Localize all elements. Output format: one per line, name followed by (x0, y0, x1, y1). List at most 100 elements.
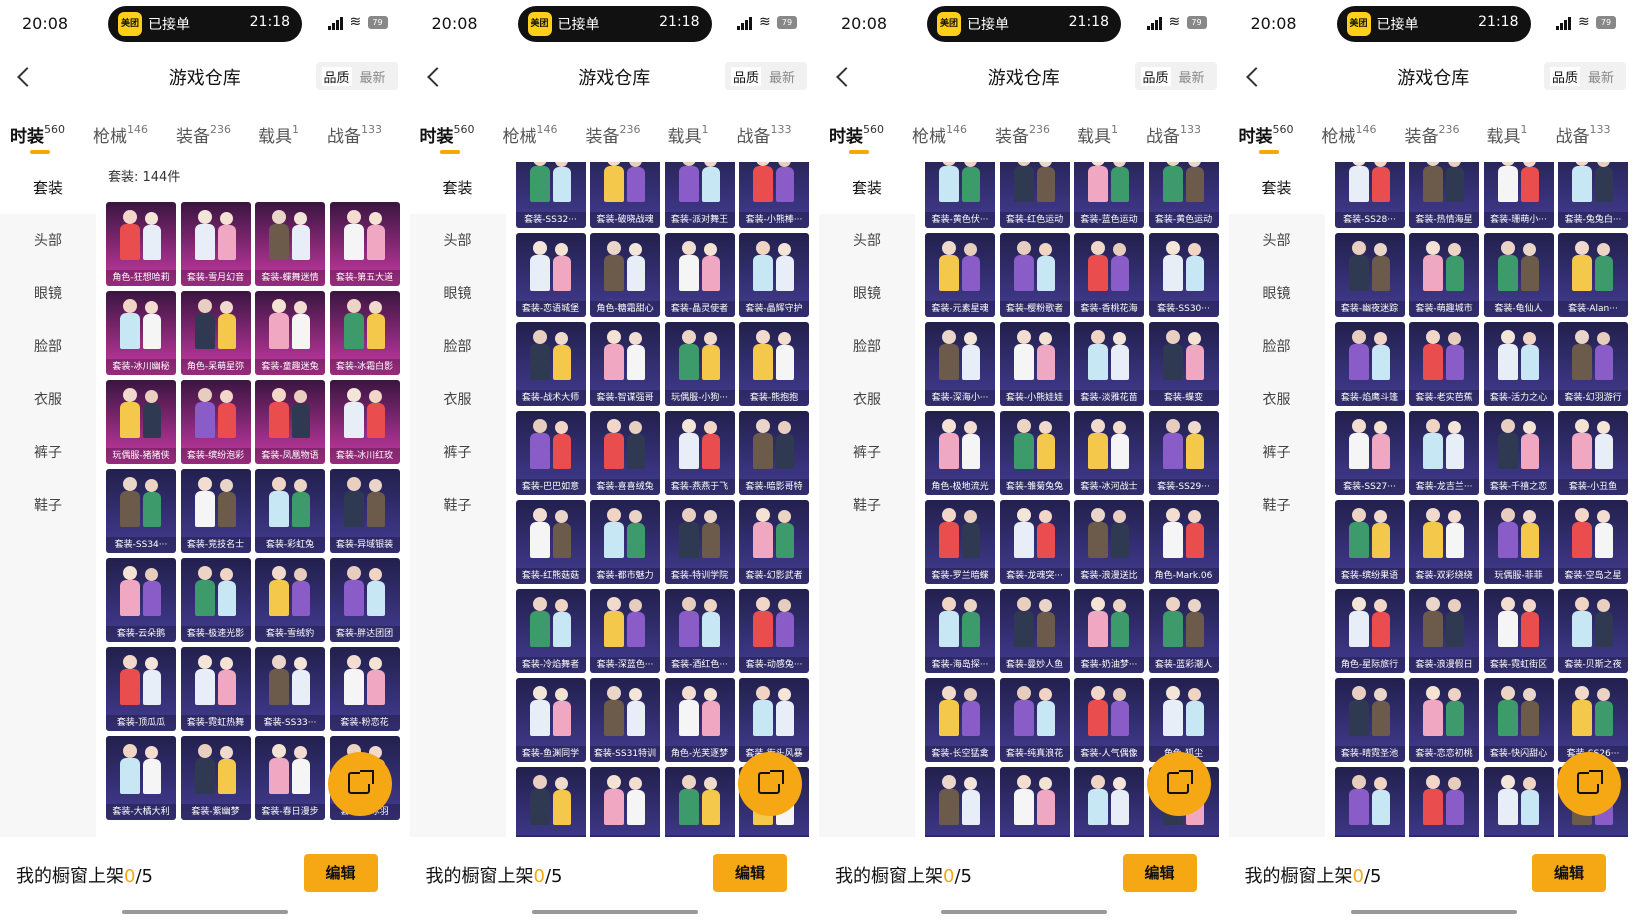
outfit-card[interactable]: 套装-千禧之恋 (1483, 411, 1554, 495)
sidebar-item-4[interactable]: 衣服 (819, 374, 915, 426)
outfit-card[interactable]: 套装-雪绒豹 (255, 558, 325, 642)
outfit-card[interactable]: 套装-凤凰物语 (255, 380, 325, 464)
outfit-card[interactable]: 套装-珊萌小··· (1483, 162, 1554, 228)
sort-quality-button[interactable]: 品质 (1140, 67, 1171, 86)
tab-2[interactable]: 装备236 (176, 122, 231, 147)
outfit-card[interactable]: 套装-元素星魂 (925, 233, 995, 317)
outfit-card[interactable]: 套装-热情海星 (1409, 162, 1479, 228)
outfit-card[interactable]: 套装-罗兰暗蝶 (925, 500, 995, 584)
outfit-card[interactable]: 套装-糖糖葫芦 (590, 767, 660, 837)
outfit-card[interactable]: 套装-酒红色··· (664, 589, 735, 673)
outfit-card[interactable]: 套装-冰霜白影 (329, 291, 400, 375)
outfit-card[interactable]: 套装-完美偶像 (999, 767, 1070, 837)
outfit-card[interactable]: 套装-晨曦海雾 (1334, 767, 1405, 837)
tab-0[interactable]: 时装560 (420, 122, 475, 147)
tab-3[interactable]: 载具1 (258, 122, 299, 147)
tab-0[interactable]: 时装560 (10, 122, 65, 147)
outfit-card[interactable]: 套装-SS33··· (255, 647, 325, 731)
sidebar-item-5[interactable]: 裤子 (819, 427, 915, 479)
outfit-card[interactable]: 套装-樱粉歌者 (999, 233, 1070, 317)
outfit-card[interactable]: 套装-喜喜绒兔 (590, 411, 660, 495)
edit-button[interactable]: 编辑 (1532, 854, 1606, 892)
sidebar-item-0[interactable]: 套装 (819, 162, 915, 214)
outfit-card[interactable]: 套装-Alan··· (1558, 233, 1628, 317)
outfit-card[interactable]: 套装-粉恋花 (329, 647, 400, 731)
outfit-card[interactable]: 玩偶服-小狗··· (664, 322, 735, 406)
outfit-card[interactable]: 套装-龟仙人 (1483, 233, 1554, 317)
outfit-card[interactable]: 套装-SS30··· (1148, 233, 1219, 317)
outfit-card[interactable]: 套装-红色运动 (999, 162, 1070, 228)
outfit-card[interactable]: 套装-蝶舞迷情 (255, 202, 325, 286)
outfit-card[interactable]: 套装-老实芭蕉 (1409, 322, 1479, 406)
sidebar-item-0[interactable]: 套装 (1228, 162, 1325, 214)
outfit-card[interactable]: 套装-快闪甜心 (1483, 678, 1554, 762)
sidebar-item-3[interactable]: 脸部 (1229, 321, 1325, 373)
outfit-card[interactable]: 套装-异域银装 (329, 469, 400, 553)
outfit-card[interactable]: 套装-红熊菇菇 (515, 500, 586, 584)
outfit-card[interactable]: 套装-SS26··· (1558, 678, 1628, 762)
sidebar-item-3[interactable]: 脸部 (410, 321, 506, 373)
sidebar-item-1[interactable]: 头部 (0, 215, 96, 267)
share-fab-icon[interactable] (737, 752, 802, 816)
outfit-card[interactable]: 套装-特训学院 (664, 500, 735, 584)
outfit-card[interactable]: 套装-SS31特训 (590, 678, 660, 762)
sidebar-item-1[interactable]: 头部 (819, 215, 915, 267)
outfit-card[interactable]: 角色-狂想哈莉 (106, 202, 176, 286)
outfit-card[interactable]: 套装-双彩绕绕 (1409, 500, 1479, 584)
outfit-card[interactable]: 套装-青团波波 (515, 767, 586, 837)
outfit-card[interactable]: 套装-巴巴如意 (515, 411, 586, 495)
sidebar-item-6[interactable]: 鞋子 (819, 480, 915, 532)
outfit-card[interactable]: 玩偶服-菲菲 (1483, 500, 1554, 584)
outfit-card[interactable]: 套装-极速光影 (180, 558, 251, 642)
outfit-card[interactable]: 套装-SS29··· (1148, 411, 1219, 495)
sidebar-item-2[interactable]: 眼镜 (410, 268, 506, 320)
outfit-card[interactable]: 套装-小熊娃娃 (999, 322, 1070, 406)
outfit-card[interactable]: 套装-深蓝色··· (590, 589, 660, 673)
outfit-card[interactable]: 角色-Mark.06 (1148, 500, 1219, 584)
sidebar-item-2[interactable]: 眼镜 (819, 268, 915, 320)
sort-newest-button[interactable]: 最新 (1179, 67, 1205, 86)
outfit-card[interactable]: 套装-幽夜迷踪 (1334, 233, 1405, 317)
outfit-card[interactable]: 套装-战术大师 (515, 322, 586, 406)
outfit-card[interactable]: 套装-蝶变 (1148, 322, 1219, 406)
tab-0[interactable]: 时装560 (1239, 122, 1294, 147)
outfit-card[interactable]: 套装-童趣迷兔 (255, 291, 325, 375)
outfit-card[interactable]: 套装-暗影哥特 (739, 411, 809, 495)
outfit-card[interactable]: 套装-春光漫游 (1409, 767, 1479, 837)
outfit-card[interactable]: 套装-晴霓圣池 (1334, 678, 1405, 762)
sort-quality-button[interactable]: 品质 (1550, 67, 1581, 86)
outfit-card[interactable]: 套装-动感兔··· (739, 589, 809, 673)
sidebar-item-1[interactable]: 头部 (410, 215, 506, 267)
sort-newest-button[interactable]: 最新 (769, 67, 795, 86)
outfit-card[interactable]: 套装-胖达团团 (329, 558, 400, 642)
sidebar-item-6[interactable]: 鞋子 (0, 480, 96, 532)
outfit-card[interactable]: 套装-香桃花海 (1074, 233, 1144, 317)
outfit-card[interactable]: 套装-黄色运动 (1148, 162, 1219, 228)
outfit-card[interactable]: 角色-光芙逐梦 (664, 678, 735, 762)
outfit-card[interactable]: 套装-奶油梦··· (1074, 589, 1144, 673)
sidebar-item-5[interactable]: 裤子 (410, 427, 506, 479)
outfit-card[interactable]: 套装-幻羽游行 (1558, 322, 1628, 406)
sort-quality-button[interactable]: 品质 (731, 67, 762, 86)
tab-2[interactable]: 装备236 (586, 122, 641, 147)
edit-button[interactable]: 编辑 (303, 854, 378, 892)
outfit-card[interactable]: 套装-霓虹热舞 (180, 647, 251, 731)
outfit-card[interactable]: 套装-SS27··· (1334, 411, 1405, 495)
sidebar-item-5[interactable]: 裤子 (1229, 427, 1325, 479)
outfit-card[interactable]: 套装-派对舞王 (664, 162, 735, 228)
outfit-card[interactable]: 套装-冰川红玫 (329, 380, 400, 464)
outfit-card[interactable]: 套装-焰鹰斗篷 (1334, 322, 1405, 406)
tab-1[interactable]: 枪械146 (93, 122, 148, 147)
outfit-card[interactable]: 套装-春日漫步 (255, 736, 325, 820)
sidebar-item-2[interactable]: 眼镜 (0, 268, 96, 320)
outfit-card[interactable]: 套装-晶灵使者 (664, 233, 735, 317)
outfit-card[interactable]: 玩偶服-猪猪侠 (106, 380, 176, 464)
outfit-card[interactable]: 套装-智谋强哥 (590, 322, 660, 406)
sidebar-item-6[interactable]: 鞋子 (410, 480, 506, 532)
tab-3[interactable]: 载具1 (1487, 122, 1528, 147)
outfit-card[interactable]: 套装-SS32··· (515, 162, 586, 228)
outfit-card[interactable]: 套装-云朵鹅 (106, 558, 176, 642)
sidebar-item-3[interactable]: 脸部 (819, 321, 915, 373)
outfit-card[interactable]: 套装-海岛探··· (925, 589, 995, 673)
edit-button[interactable]: 编辑 (713, 854, 787, 892)
